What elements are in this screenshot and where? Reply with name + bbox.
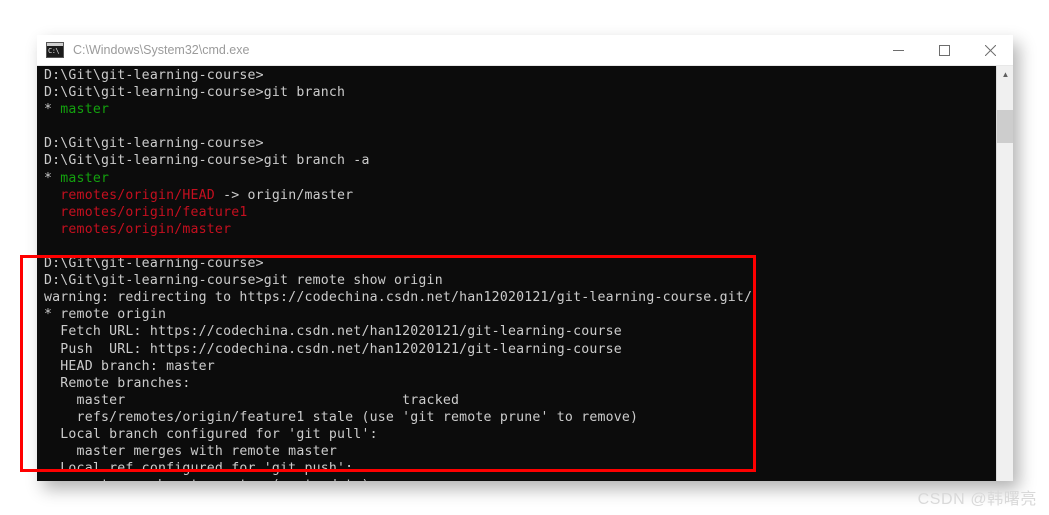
console-line: HEAD branch: master — [44, 358, 752, 375]
console-text-segment: Remote branches: — [44, 375, 191, 391]
console-line: Fetch URL: https://codechina.csdn.net/ha… — [44, 323, 752, 340]
console-line: D:\Git\git-learning-course> — [44, 255, 752, 272]
console-text-segment: Push URL: https://codechina.csdn.net/han… — [44, 341, 622, 357]
scroll-up-arrow-icon[interactable]: ▲ — [997, 66, 1013, 83]
console-text-segment — [44, 188, 60, 203]
scrollbar-thumb[interactable] — [997, 110, 1013, 143]
console-line: Local branch configured for 'git pull': — [44, 426, 752, 443]
console-text-segment: D:\Git\git-learning-course>git branch — [44, 85, 346, 101]
console-text-segment: * — [44, 170, 61, 186]
console-text-segment: D:\Git\git-learning-course> — [44, 136, 264, 152]
console-text-segment: refs/remotes/origin/feature1 stale (use … — [44, 409, 639, 425]
console-line: D:\Git\git-learning-course>git branch -a — [44, 152, 752, 169]
console-text-segment: D:\Git\git-learning-course> — [44, 68, 264, 83]
console-line: master tracked — [44, 392, 752, 409]
cmd-window: C:\Windows\System32\cmd.exe D:\Git\git-l… — [37, 35, 1013, 481]
console-line: * master — [44, 101, 752, 118]
console-text-segment: Local branch configured for 'git pull': — [44, 426, 378, 442]
console-line: Remote branches: — [44, 375, 752, 392]
console-text-segment: * remote origin — [44, 307, 167, 323]
console-line: * remote origin — [44, 306, 752, 323]
minimize-icon[interactable] — [875, 35, 921, 66]
window-title: C:\Windows\System32\cmd.exe — [73, 43, 250, 57]
console-text-segment: HEAD branch: master — [44, 358, 215, 374]
console-scrollbar[interactable]: ▲ — [996, 66, 1013, 481]
console-text-segment: Fetch URL: https://codechina.csdn.net/ha… — [44, 324, 622, 340]
console-text-segment: remotes/origin/master — [60, 221, 232, 237]
console-line: master merges with remote master — [44, 443, 752, 460]
console-text-segment: master — [60, 170, 110, 186]
console-output-area[interactable]: D:\Git\git-learning-course> D:\Git\git-le… — [37, 66, 1013, 481]
console-text-segment: D:\Git\git-learning-course>git branch -a — [44, 153, 370, 169]
cmd-console-icon — [46, 42, 64, 58]
console-line: master pushes to master (up to date) — [44, 477, 752, 481]
console-text-segment: D:\Git\git-learning-course>git remote sh… — [44, 273, 443, 289]
console-line: remotes/origin/HEAD -> origin/master — [44, 187, 752, 204]
console-line: * master — [44, 170, 752, 187]
console-line: D:\Git\git-learning-course>git remote sh… — [44, 272, 752, 289]
console-text-segment: master tracked — [44, 392, 460, 408]
console-line: remotes/origin/feature1 — [44, 204, 752, 221]
console-text-segment: * — [44, 102, 61, 118]
maximize-icon[interactable] — [921, 35, 967, 66]
window-titlebar[interactable]: C:\Windows\System32\cmd.exe — [37, 35, 1013, 66]
console-line: refs/remotes/origin/feature1 stale (use … — [44, 409, 752, 426]
console-text-segment: D:\Git\git-learning-course> — [44, 256, 264, 272]
console-line: D:\Git\git-learning-course> — [44, 67, 752, 84]
console-line: Local ref configured for 'git push': — [44, 460, 752, 477]
console-text-segment: remotes/origin/feature1 — [60, 204, 248, 220]
console-text-segment: Local ref configured for 'git push': — [44, 461, 354, 477]
console-line: warning: redirecting to https://codechin… — [44, 289, 752, 306]
console-line: Push URL: https://codechina.csdn.net/han… — [44, 341, 752, 358]
console-line: D:\Git\git-learning-course>git branch — [44, 84, 752, 101]
close-icon[interactable] — [967, 35, 1013, 66]
console-text-segment: master merges with remote master — [44, 444, 338, 460]
watermark: CSDN @韩曙亮 — [917, 491, 1037, 508]
page-root: C:\Windows\System32\cmd.exe D:\Git\git-l… — [0, 0, 1049, 515]
console-text-segment: -> origin/master — [214, 187, 354, 203]
console-text-segment: warning: redirecting to https://codechin… — [44, 290, 753, 306]
console-line: remotes/origin/master — [44, 221, 752, 238]
window-controls — [875, 35, 1013, 66]
console-line: D:\Git\git-learning-course> — [44, 135, 752, 152]
console-text-segment: master pushes to master (up to date) — [44, 478, 370, 481]
console-text: D:\Git\git-learning-course> D:\Git\git-le… — [44, 67, 752, 481]
console-text-segment: remotes/origin/HEAD — [60, 187, 215, 203]
console-text-segment — [44, 222, 60, 237]
console-text-segment: master — [60, 102, 110, 118]
console-text-segment — [44, 205, 60, 220]
